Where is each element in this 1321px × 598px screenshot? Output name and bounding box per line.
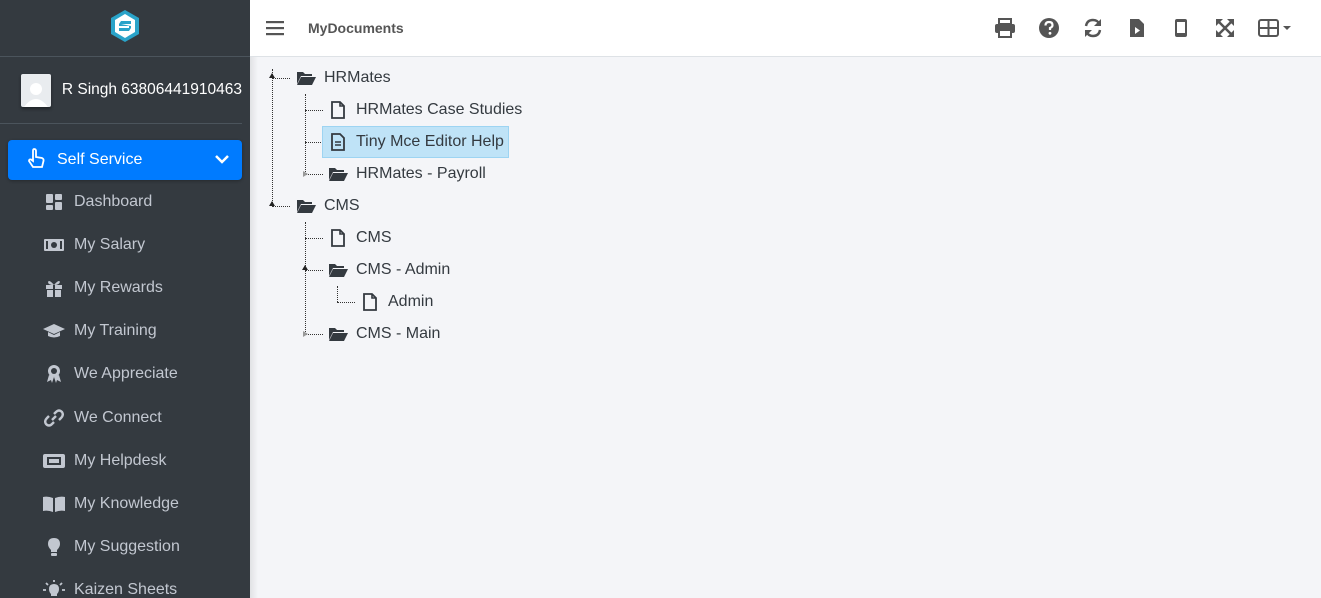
lightbulb-icon: [43, 537, 65, 557]
sidebar-item-self-service[interactable]: Self Service: [8, 140, 242, 180]
tree-connector: [305, 270, 323, 271]
expand-toggle[interactable]: [303, 331, 308, 337]
tree-node-label: CMS - Main: [356, 325, 441, 342]
sidebar-item-dashboard[interactable]: Dashboard: [0, 180, 250, 223]
gift-icon: [43, 278, 65, 298]
bulb-idea-icon: [43, 580, 65, 598]
mobile-icon[interactable]: [1170, 17, 1192, 39]
sidebar-item-my-training[interactable]: My Training: [0, 310, 250, 353]
tree-node-file-selected[interactable]: Tiny Mce Editor Help: [322, 126, 509, 158]
print-icon[interactable]: [994, 17, 1016, 39]
tree-node-folder[interactable]: HRMates - Payroll: [328, 158, 486, 190]
file-text-icon: [328, 133, 348, 151]
sidebar-item-label: Dashboard: [74, 192, 153, 210]
collapse-toggle[interactable]: [269, 73, 275, 78]
sidebar-item-my-knowledge[interactable]: My Knowledge: [0, 482, 250, 525]
tree-node-label: CMS: [324, 197, 360, 214]
tree-node-folder[interactable]: CMS: [296, 190, 360, 222]
sidebar-item-label: We Appreciate: [74, 365, 178, 383]
sidebar-item-my-salary[interactable]: My Salary: [0, 223, 250, 266]
tree-connector: [305, 94, 306, 174]
tree-node-folder[interactable]: HRMates: [296, 62, 391, 94]
tree-node-label: HRMates Case Studies: [356, 101, 523, 118]
tree-connector: [272, 78, 290, 79]
folder-open-icon: [328, 325, 348, 343]
tree-connector: [272, 69, 273, 205]
tree-node-label: HRMates - Payroll: [356, 165, 486, 182]
brand-logo-icon[interactable]: [110, 9, 140, 48]
file-icon: [360, 293, 380, 311]
tree-node-file[interactable]: Admin: [360, 286, 433, 318]
hand-pointer-icon: [28, 147, 46, 173]
refresh-icon[interactable]: [1082, 17, 1104, 39]
sidebar-item-we-appreciate[interactable]: We Appreciate: [0, 353, 250, 396]
sidebar-item-label: My Rewards: [74, 278, 163, 296]
tree-node-label: Tiny Mce Editor Help: [356, 133, 504, 150]
sidebar: R Singh 63806441910463 Self Service Dash…: [0, 0, 250, 598]
avatar[interactable]: [21, 73, 51, 107]
book-icon: [43, 494, 65, 514]
tree-node-label: HRMates: [324, 69, 391, 86]
tree-connector: [272, 206, 290, 207]
sidebar-item-label: Kaizen Sheets: [74, 581, 178, 598]
expand-toggle[interactable]: [303, 171, 308, 177]
sidebar-item-label: My Knowledge: [74, 494, 179, 512]
header-toolbar: [994, 0, 1321, 56]
folder-open-icon: [328, 261, 348, 279]
folder-open-icon: [328, 165, 348, 183]
collapse-toggle[interactable]: [269, 201, 275, 206]
sidebar-item-my-helpdesk[interactable]: My Helpdesk: [0, 439, 250, 482]
page-title: MyDocuments: [308, 20, 404, 36]
tree-node-label: CMS: [356, 229, 392, 246]
user-panel: R Singh 63806441910463: [0, 57, 242, 124]
document-tree: HRMates HRMates Case Studies Tiny Mce Ed…: [250, 57, 1321, 598]
hamburger-menu-icon[interactable]: [265, 18, 285, 38]
grid-menu-icon[interactable]: [1258, 17, 1298, 39]
tree-node-folder[interactable]: CMS - Main: [328, 318, 440, 350]
sidebar-item-label: My Suggestion: [74, 538, 180, 556]
chevron-down-icon[interactable]: [215, 151, 229, 169]
help-icon[interactable]: [1038, 17, 1060, 39]
tree-node-label: CMS - Admin: [356, 261, 451, 278]
tree-connector: [337, 302, 355, 303]
file-video-icon[interactable]: [1126, 17, 1148, 39]
user-name[interactable]: R Singh 63806441910463: [62, 81, 242, 99]
sidebar-nav: Self Service Dashboard My Salary My Rewa…: [0, 124, 250, 598]
money-icon: [43, 235, 65, 255]
tree-connector: [305, 238, 323, 239]
tree-connector: [305, 142, 321, 143]
sidebar-item-my-suggestion[interactable]: My Suggestion: [0, 526, 250, 569]
graduation-cap-icon: [43, 321, 65, 341]
sidebar-item-my-rewards[interactable]: My Rewards: [0, 266, 250, 309]
tree-node-folder[interactable]: CMS - Admin: [328, 254, 450, 286]
tree-node-label: Admin: [388, 293, 434, 310]
sidebar-item-label: Self Service: [57, 151, 143, 168]
sidebar-item-label: We Connect: [74, 408, 162, 426]
sidebar-item-kaizen-sheets[interactable]: Kaizen Sheets: [0, 569, 250, 598]
sidebar-item-we-connect[interactable]: We Connect: [0, 396, 250, 439]
tree-node-file[interactable]: CMS: [328, 222, 392, 254]
file-icon: [328, 229, 348, 247]
folder-open-icon: [296, 197, 316, 215]
link-icon: [43, 408, 65, 428]
sidebar-item-label: My Salary: [74, 235, 146, 253]
sidebar-item-label: My Training: [74, 322, 157, 340]
tree-node-file[interactable]: HRMates Case Studies: [328, 94, 522, 126]
tree-connector: [305, 110, 323, 111]
sidebar-item-label: My Helpdesk: [74, 451, 167, 469]
collapse-toggle[interactable]: [302, 265, 308, 270]
folder-open-icon: [296, 69, 316, 87]
top-header: MyDocuments: [250, 0, 1321, 57]
file-icon: [328, 101, 348, 119]
brand: [0, 0, 250, 57]
award-icon: [43, 364, 65, 384]
expand-icon[interactable]: [1214, 17, 1236, 39]
ticket-icon: [43, 451, 65, 471]
tree-connector: [337, 286, 338, 302]
dashboard-icon: [43, 192, 65, 212]
